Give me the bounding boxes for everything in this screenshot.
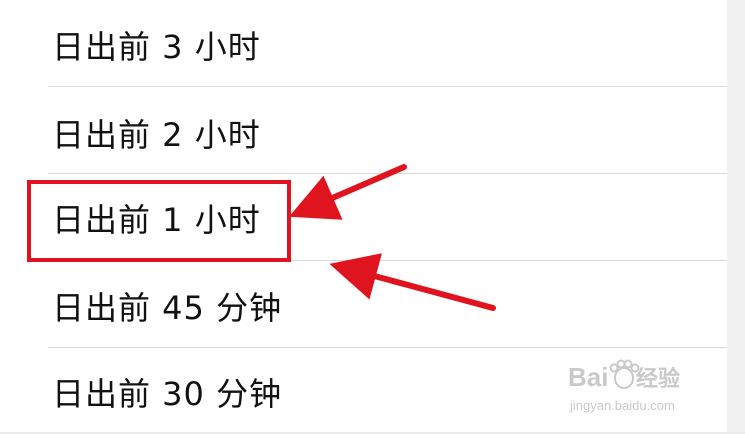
option-3-hours-before-sunrise[interactable]: 日出前 3 小时 [0, 0, 727, 86]
baidu-jingyan-watermark: Bai 经验 jingyan.baidu.com [568, 359, 680, 413]
highlight-box [27, 180, 291, 262]
option-label: 日出前 3 小时 [52, 28, 261, 66]
svg-text:jingyan.baidu.com: jingyan.baidu.com [569, 398, 675, 413]
option-45-minutes-before-sunrise[interactable]: 日出前 45 分钟 [0, 261, 727, 347]
option-2-hours-before-sunrise[interactable]: 日出前 2 小时 [0, 87, 727, 173]
svg-text:Bai: Bai [568, 362, 608, 392]
svg-text:经验: 经验 [636, 366, 680, 391]
option-label: 日出前 30 分钟 [52, 375, 283, 413]
right-gutter [727, 0, 745, 432]
option-label: 日出前 2 小时 [52, 116, 261, 154]
option-label: 日出前 45 分钟 [52, 289, 283, 327]
